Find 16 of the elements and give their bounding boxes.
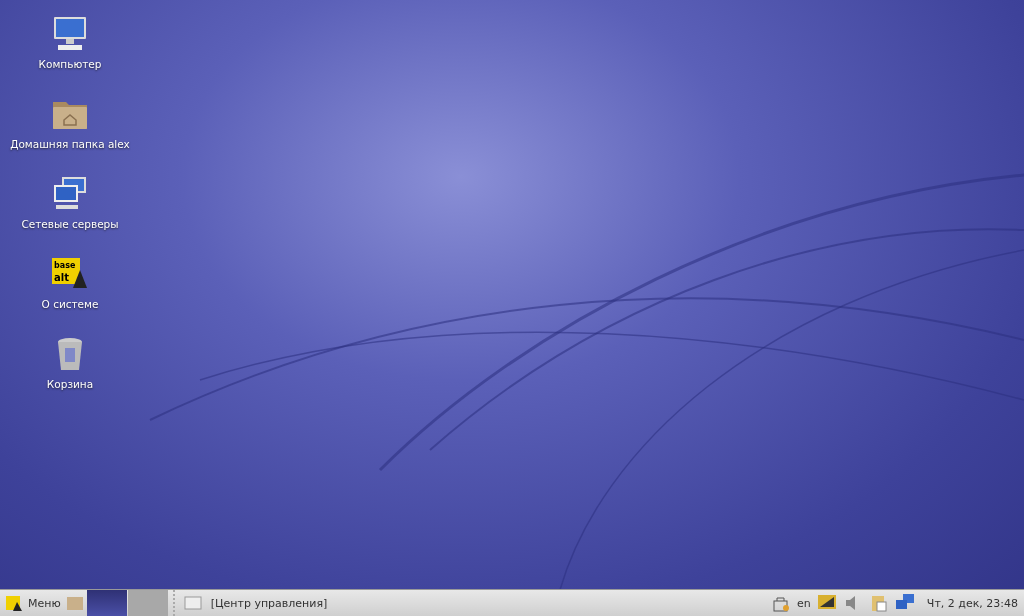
icon-label[interactable]: Корзина (46, 378, 94, 390)
logo-badge (52, 258, 80, 284)
icon-label[interactable]: Компьютер (38, 58, 102, 70)
icon-label[interactable]: Домашняя папка alex (10, 138, 130, 150)
logo-text: base (54, 261, 76, 270)
icon-label[interactable]: О системе (41, 298, 99, 310)
figure-icon (73, 270, 87, 288)
keyboard-layout[interactable]: en (797, 596, 811, 610)
workspace[interactable] (86, 590, 127, 616)
icon-label[interactable]: Сетевые серверы (21, 218, 119, 230)
task-button[interactable]: [Центр управления] (172, 590, 336, 616)
logo-icon (4, 593, 24, 613)
menu-button[interactable]: Меню (0, 590, 65, 616)
logo-text: alt (54, 272, 69, 283)
window-icon (182, 593, 203, 613)
clock[interactable]: Чт, 2 дек, 23:48 (926, 596, 1018, 610)
